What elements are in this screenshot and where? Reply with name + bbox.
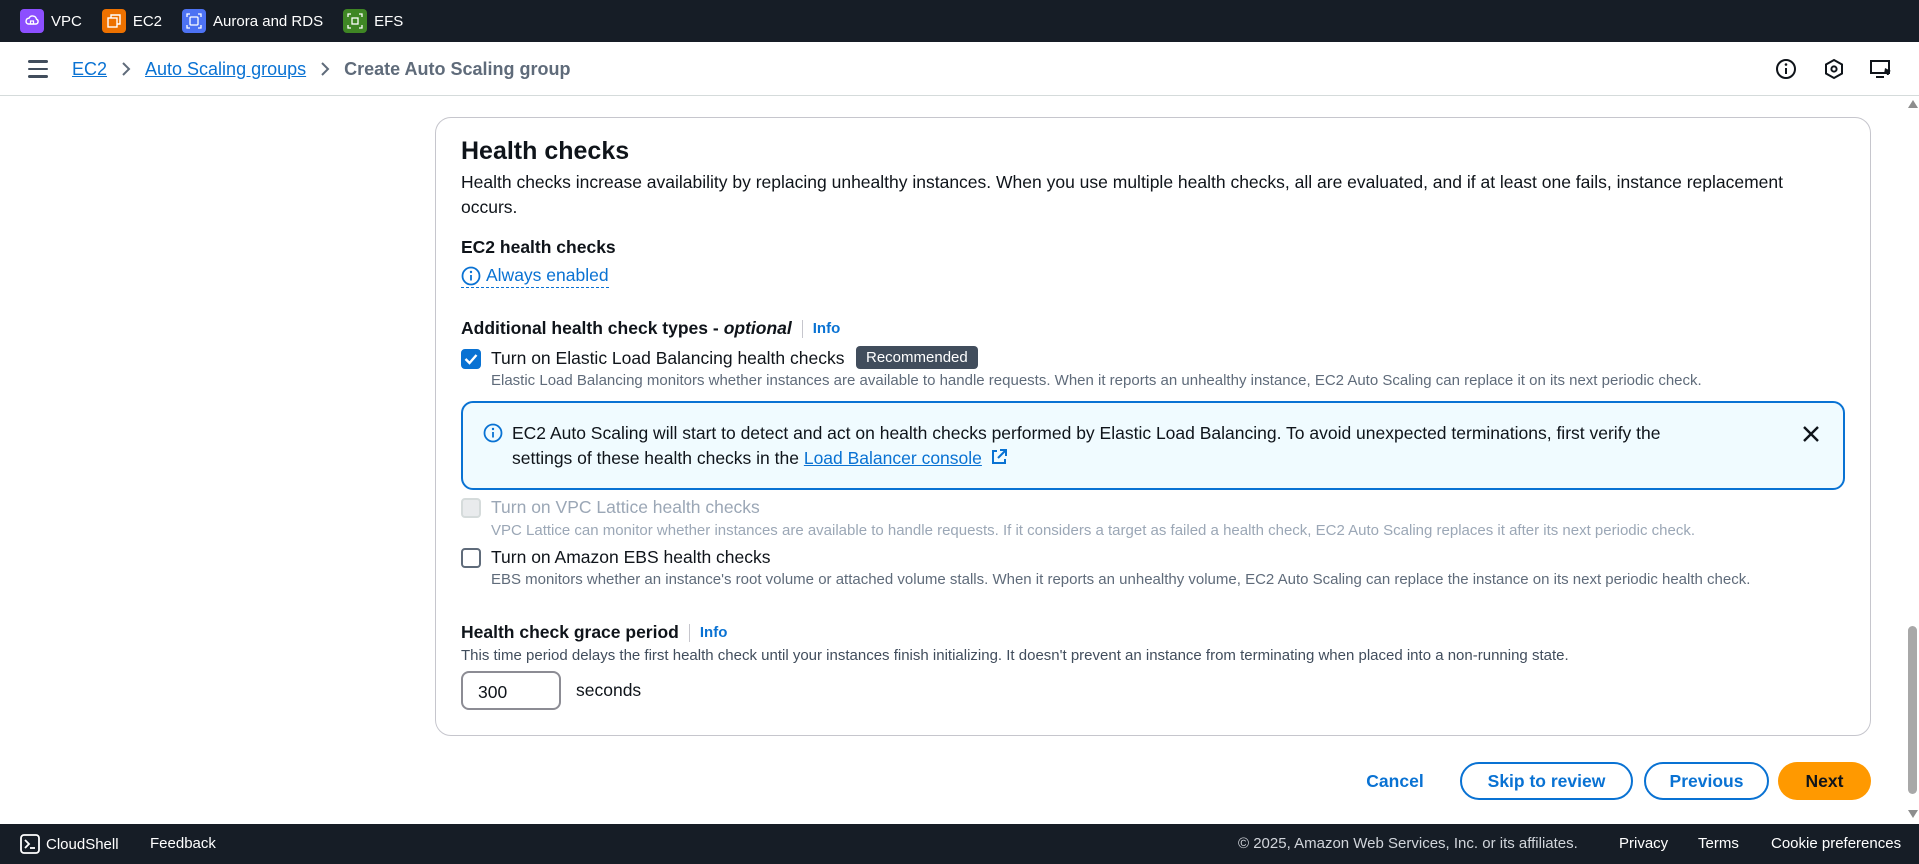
ebs-health-check-checkbox[interactable] [461,548,481,568]
menu-icon[interactable] [28,60,48,78]
scroll-down-arrow-icon[interactable] [1908,810,1918,818]
scroll-up-arrow-icon[interactable] [1908,100,1918,108]
additional-types-label: Additional health check types - [461,318,719,338]
breadcrumb-ec2[interactable]: EC2 [72,59,107,80]
vpc-lattice-health-check-label: Turn on VPC Lattice health checks [491,497,760,517]
alert-message: EC2 Auto Scaling will start to detect an… [512,421,1722,471]
recommended-badge: Recommended [856,346,978,369]
external-link-icon[interactable] [990,448,1008,466]
terms-link[interactable]: Terms [1698,835,1739,852]
alert-text: EC2 Auto Scaling will start to detect an… [512,423,1661,468]
cookie-preferences-link[interactable]: Cookie preferences [1771,835,1901,852]
ec2-health-checks-label: EC2 health checks [461,237,616,257]
feedback-link[interactable]: Feedback [150,835,216,852]
chevron-right-icon [320,61,330,77]
terminal-icon [20,834,40,854]
breadcrumb-auto-scaling-groups[interactable]: Auto Scaling groups [145,59,306,80]
previous-button[interactable]: Previous [1644,762,1769,800]
always-enabled-text: Always enabled [486,265,609,285]
elb-health-check-checkbox[interactable] [461,349,481,369]
settings-hexagon-icon[interactable] [1821,56,1847,82]
breadcrumb: EC2 Auto Scaling groups Create Auto Scal… [72,42,570,96]
info-icon[interactable] [1773,56,1799,82]
vpc-lattice-health-check-description: VPC Lattice can monitor whether instance… [491,522,1695,539]
info-icon [483,423,503,443]
breadcrumb-bar: EC2 Auto Scaling groups Create Auto Scal… [0,42,1919,96]
scrollbar-thumb[interactable] [1908,626,1917,794]
service-favorites-bar: VPC EC2 Aurora and RDS EFS [0,0,1919,42]
efs-icon [343,9,368,33]
optional-label: optional [723,318,792,338]
service-efs[interactable]: EFS [343,9,403,33]
service-ec2[interactable]: EC2 [101,9,163,33]
service-label: EFS [374,12,404,30]
divider [801,319,803,338]
info-icon [461,266,481,285]
elb-health-check-label[interactable]: Turn on Elastic Load Balancing health ch… [491,348,844,369]
grace-period-header: Health check grace period Info [461,622,727,643]
service-label: EC2 [132,12,163,30]
ec2-health-check-status[interactable]: Always enabled [461,265,609,288]
section-description: Health checks increase availability by r… [461,172,1783,217]
grace-period-label: Health check grace period [461,622,679,642]
cancel-button[interactable]: Cancel [1355,762,1435,800]
remote-display-icon[interactable] [1868,56,1894,82]
vpc-lattice-health-check-checkbox [461,498,481,518]
info-link[interactable]: Info [813,320,841,337]
additional-health-check-header: Additional health check types - optional… [461,318,840,339]
ebs-health-check-label[interactable]: Turn on Amazon EBS health checks [491,547,771,568]
ebs-health-check-description: EBS monitors whether an instance's root … [491,571,1751,588]
breadcrumb-current: Create Auto Scaling group [344,58,571,79]
elb-health-check-description: Elastic Load Balancing monitors whether … [491,372,1702,389]
section-title: Health checks [461,137,630,165]
info-link[interactable]: Info [700,624,728,641]
vpc-icon [20,9,44,33]
grace-period-unit: seconds [576,680,642,700]
privacy-link[interactable]: Privacy [1619,835,1668,852]
skip-to-review-button[interactable]: Skip to review [1460,762,1633,800]
next-button[interactable]: Next [1778,762,1871,800]
service-label: VPC [51,12,82,30]
copyright-text: © 2025, Amazon Web Services, Inc. or its… [1238,835,1578,852]
ec2-icon [101,9,126,33]
service-rds[interactable]: Aurora and RDS [182,9,323,33]
rds-icon [182,9,207,33]
service-label: Aurora and RDS [213,12,324,30]
grace-period-input[interactable]: 300 [461,671,561,710]
console-footer: CloudShell Feedback © 2025, Amazon Web S… [0,824,1919,864]
service-vpc[interactable]: VPC [20,9,82,33]
load-balancer-console-link[interactable]: Load Balancer console [804,448,982,468]
close-icon[interactable] [1801,424,1821,444]
cloudshell-button[interactable]: CloudShell [20,834,119,854]
chevron-right-icon [121,61,131,77]
checkmark-icon [464,354,478,365]
divider [688,623,690,642]
cloudshell-label: CloudShell [46,835,119,853]
grace-period-description: This time period delays the first health… [461,647,1569,664]
